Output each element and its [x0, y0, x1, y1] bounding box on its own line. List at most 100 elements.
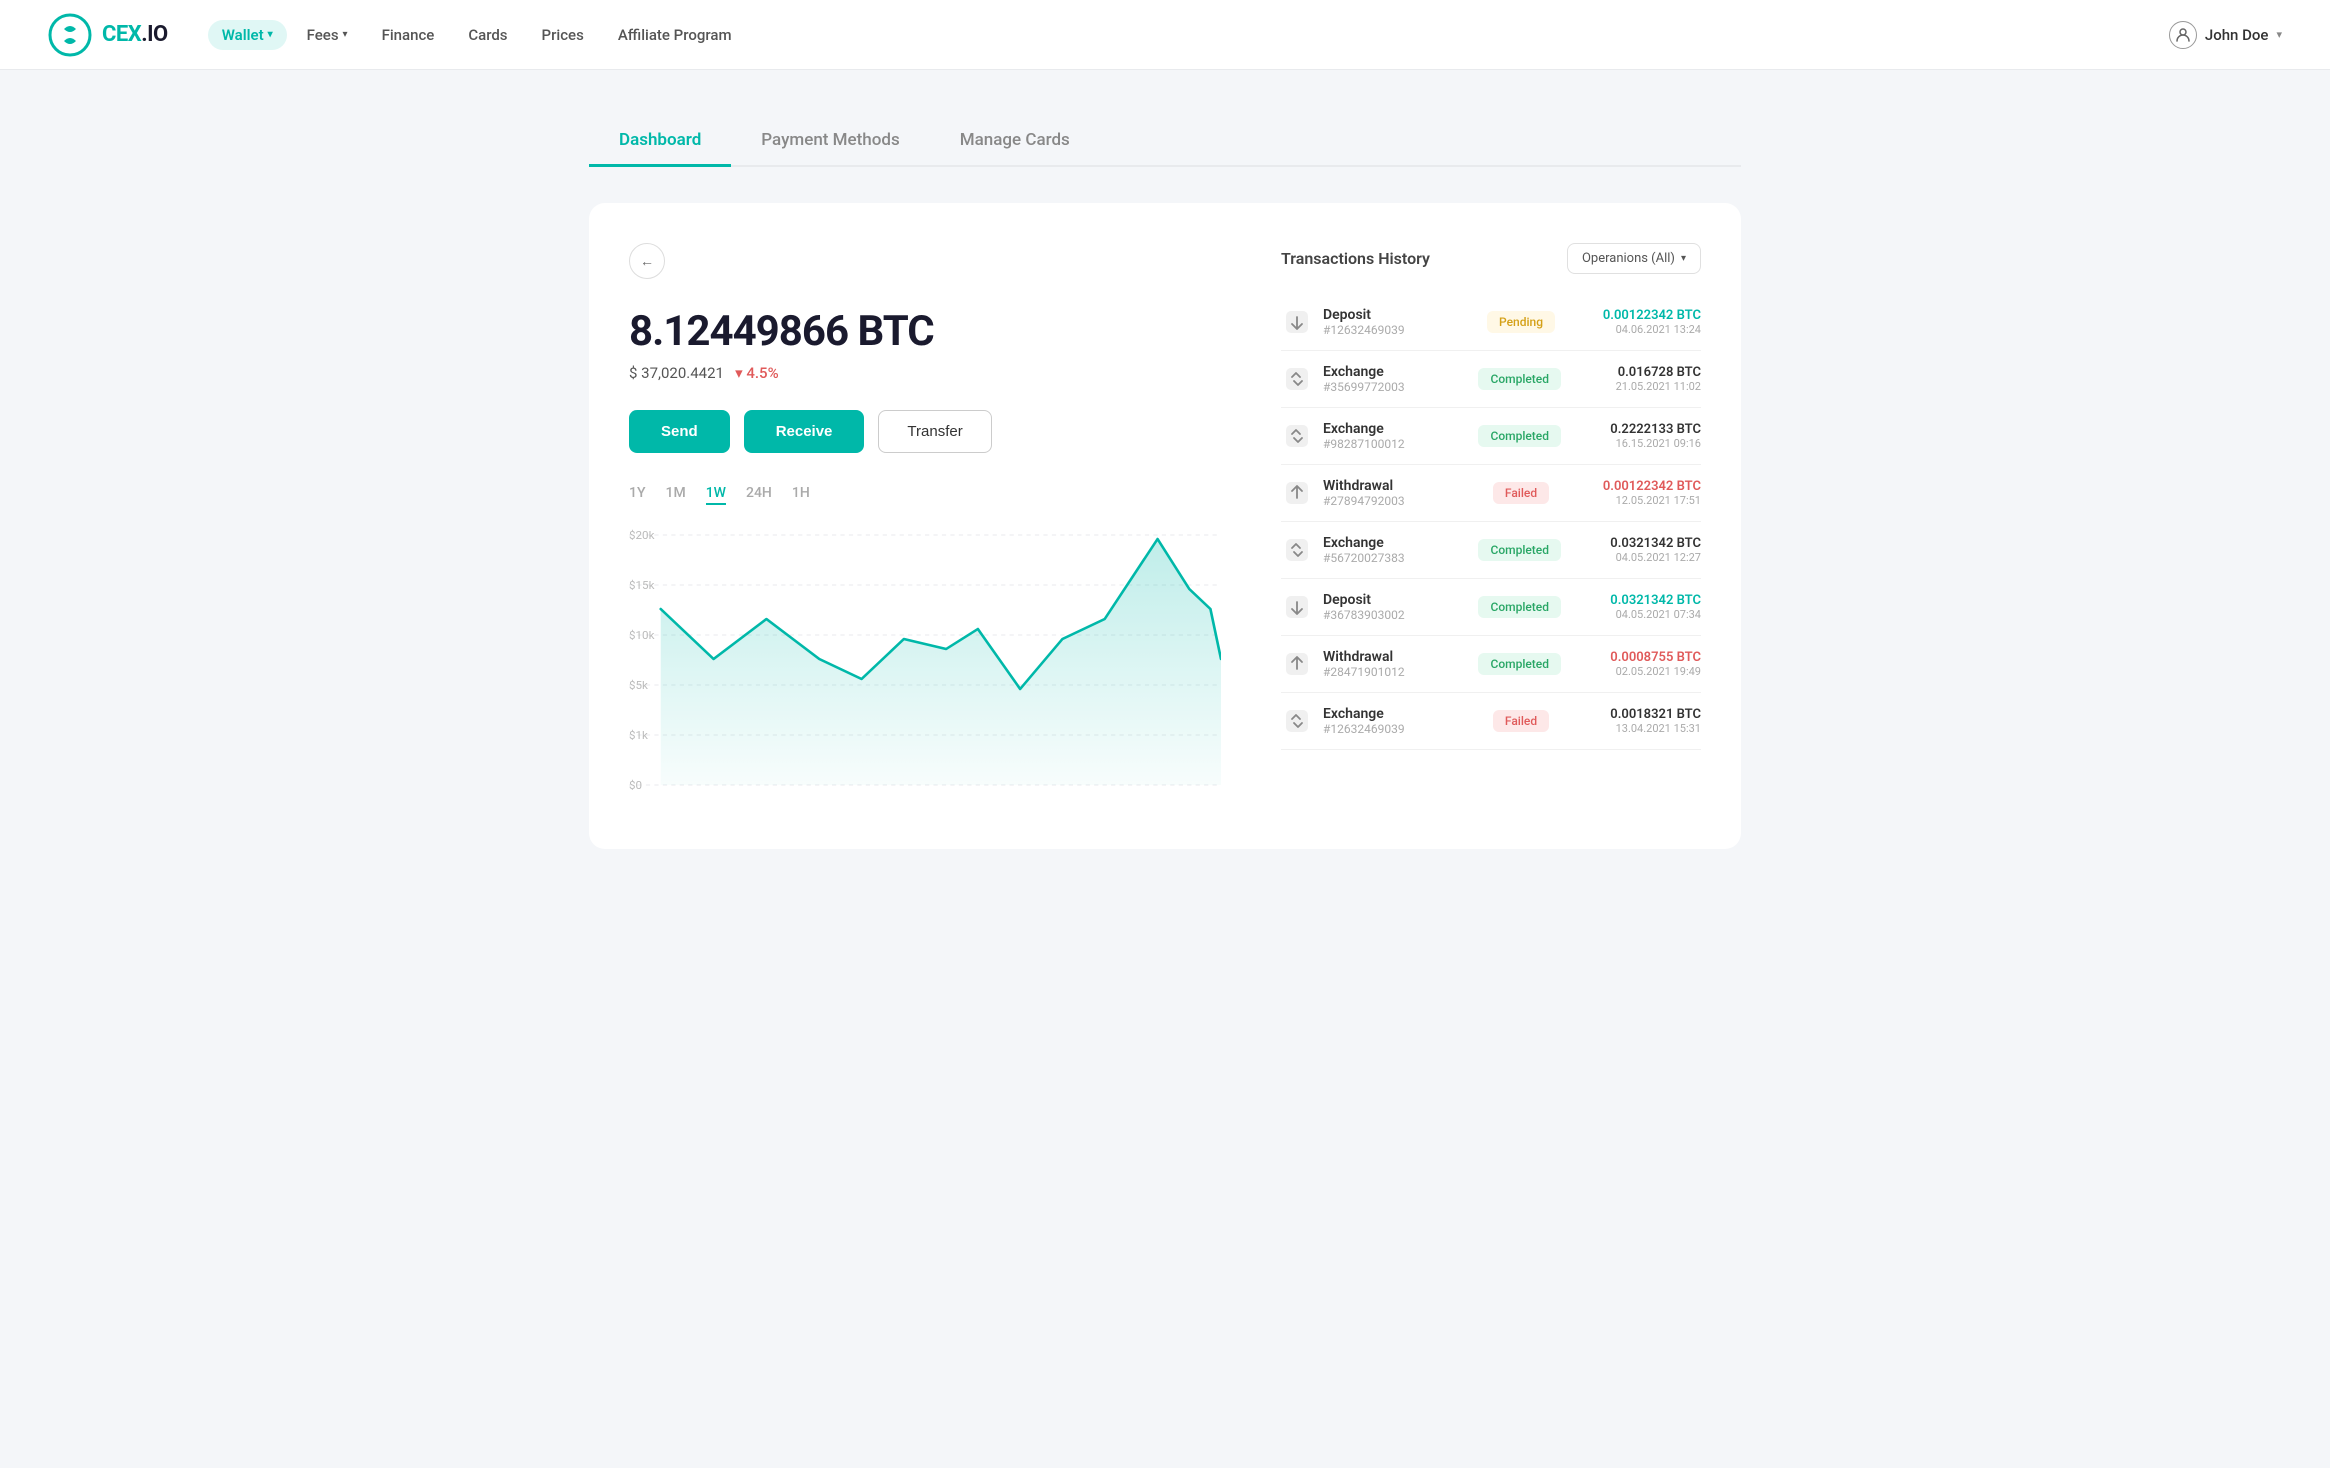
tx-type: Exchange — [1323, 364, 1468, 380]
tx-id: #28471901012 — [1323, 665, 1468, 679]
tx-icon — [1281, 591, 1313, 623]
action-buttons: Send Receive Transfer — [629, 410, 1221, 453]
nav-wallet[interactable]: Wallet ▾ — [208, 20, 287, 50]
tx-btc: 0.0321342 BTC — [1571, 593, 1701, 608]
time-1m[interactable]: 1M — [666, 485, 686, 505]
tx-btc: 0.00122342 BTC — [1571, 479, 1701, 494]
tx-info: Exchange #12632469039 — [1323, 706, 1471, 736]
user-menu[interactable]: John Doe ▾ — [2169, 21, 2282, 49]
page-content: Dashboard Payment Methods Manage Cards ←… — [565, 70, 1765, 897]
right-panel: Transactions History Operanions (All) ▾ … — [1281, 243, 1701, 809]
nav-affiliate[interactable]: Affiliate Program — [604, 20, 746, 50]
svg-text:$5k: $5k — [629, 679, 648, 692]
tx-icon — [1281, 705, 1313, 737]
status-badge: Failed — [1493, 710, 1549, 732]
tx-status: Failed — [1481, 482, 1561, 504]
tx-type: Withdrawal — [1323, 478, 1471, 494]
time-1y[interactable]: 1Y — [629, 485, 646, 505]
tx-status: Pending — [1481, 311, 1561, 333]
logo: CEX.IO — [48, 13, 168, 57]
nav-finance[interactable]: Finance — [368, 20, 449, 50]
tx-date: 12.05.2021 17:51 — [1571, 494, 1701, 507]
tx-status: Completed — [1478, 596, 1561, 618]
balance-amount: 8.12449866 BTC — [629, 307, 1221, 356]
tx-icon — [1281, 306, 1313, 338]
nav-prices[interactable]: Prices — [528, 20, 598, 50]
tx-btc: 0.016728 BTC — [1571, 365, 1701, 380]
tx-type: Withdrawal — [1323, 649, 1468, 665]
transaction-item: Exchange #12632469039 Failed 0.0018321 B… — [1281, 693, 1701, 750]
nav-fees[interactable]: Fees ▾ — [293, 20, 362, 50]
logo-text: CEX.IO — [102, 22, 168, 47]
tx-btc: 0.00122342 BTC — [1571, 308, 1701, 323]
tx-amount: 0.00122342 BTC 12.05.2021 17:51 — [1571, 479, 1701, 507]
tab-manage-cards[interactable]: Manage Cards — [930, 118, 1100, 167]
tx-status: Completed — [1478, 425, 1561, 447]
send-button[interactable]: Send — [629, 410, 730, 453]
tx-icon — [1281, 363, 1313, 395]
tx-type: Exchange — [1323, 706, 1471, 722]
nav-cards[interactable]: Cards — [454, 20, 521, 50]
tab-dashboard[interactable]: Dashboard — [589, 118, 731, 167]
main-card: ← 8.12449866 BTC $ 37,020.4421 ▾ 4.5% Se… — [589, 203, 1741, 849]
price-change: ▾ 4.5% — [735, 364, 779, 382]
status-badge: Failed — [1493, 482, 1549, 504]
tx-info: Exchange #35699772003 — [1323, 364, 1468, 394]
tx-amount: 0.0321342 BTC 04.05.2021 12:27 — [1571, 536, 1701, 564]
transaction-list: Deposit #12632469039 Pending 0.00122342 … — [1281, 294, 1701, 750]
svg-text:$0: $0 — [629, 779, 642, 792]
tx-icon — [1281, 477, 1313, 509]
transaction-item: Exchange #35699772003 Completed 0.016728… — [1281, 351, 1701, 408]
transaction-item: Exchange #98287100012 Completed 0.222213… — [1281, 408, 1701, 465]
transactions-title: Transactions History — [1281, 249, 1430, 268]
tx-btc: 0.0018321 BTC — [1571, 707, 1701, 722]
status-badge: Completed — [1478, 596, 1561, 618]
status-badge: Completed — [1478, 368, 1561, 390]
tx-amount: 0.00122342 BTC 04.06.2021 13:24 — [1571, 308, 1701, 336]
tx-id: #12632469039 — [1323, 722, 1471, 736]
tx-id: #35699772003 — [1323, 380, 1468, 394]
tx-amount: 0.0321342 BTC 04.05.2021 07:34 — [1571, 593, 1701, 621]
operations-filter[interactable]: Operanions (All) ▾ — [1567, 243, 1701, 274]
tx-info: Withdrawal #28471901012 — [1323, 649, 1468, 679]
tx-icon — [1281, 534, 1313, 566]
tx-id: #56720027383 — [1323, 551, 1468, 565]
tx-amount: 0.2222133 BTC 16.15.2021 09:16 — [1571, 422, 1701, 450]
svg-text:$15k: $15k — [629, 579, 655, 592]
status-badge: Pending — [1487, 311, 1555, 333]
tx-type: Deposit — [1323, 592, 1468, 608]
transfer-button[interactable]: Transfer — [878, 410, 991, 453]
tx-info: Exchange #56720027383 — [1323, 535, 1468, 565]
tx-id: #27894792003 — [1323, 494, 1471, 508]
tab-payment-methods[interactable]: Payment Methods — [731, 118, 929, 167]
tx-status: Failed — [1481, 710, 1561, 732]
tx-icon — [1281, 420, 1313, 452]
transactions-header: Transactions History Operanions (All) ▾ — [1281, 243, 1701, 274]
time-24h[interactable]: 24H — [746, 485, 772, 505]
tx-amount: 0.016728 BTC 21.05.2021 11:02 — [1571, 365, 1701, 393]
time-filter: 1Y 1M 1W 24H 1H — [629, 485, 1221, 505]
wallet-chevron-icon: ▾ — [268, 29, 273, 40]
time-1w[interactable]: 1W — [706, 485, 726, 505]
tab-bar: Dashboard Payment Methods Manage Cards — [589, 118, 1741, 167]
tx-info: Deposit #12632469039 — [1323, 307, 1471, 337]
filter-chevron-icon: ▾ — [1681, 253, 1686, 264]
transaction-item: Withdrawal #27894792003 Failed 0.0012234… — [1281, 465, 1701, 522]
back-button[interactable]: ← — [629, 243, 665, 279]
tx-id: #12632469039 — [1323, 323, 1471, 337]
balance-usd: $ 37,020.4421 ▾ 4.5% — [629, 364, 1221, 382]
time-1h[interactable]: 1H — [792, 485, 810, 505]
user-chevron-icon: ▾ — [2276, 28, 2282, 41]
tx-date: 13.04.2021 15:31 — [1571, 722, 1701, 735]
fees-chevron-icon: ▾ — [343, 29, 348, 40]
tx-date: 04.05.2021 07:34 — [1571, 608, 1701, 621]
tx-status: Completed — [1478, 653, 1561, 675]
tx-info: Withdrawal #27894792003 — [1323, 478, 1471, 508]
transaction-item: Exchange #56720027383 Completed 0.032134… — [1281, 522, 1701, 579]
tx-status: Completed — [1478, 539, 1561, 561]
tx-info: Deposit #36783903002 — [1323, 592, 1468, 622]
status-badge: Completed — [1478, 539, 1561, 561]
tx-btc: 0.0321342 BTC — [1571, 536, 1701, 551]
nav-links: Wallet ▾ Fees ▾ Finance Cards Prices Aff… — [208, 20, 2169, 50]
receive-button[interactable]: Receive — [744, 410, 865, 453]
